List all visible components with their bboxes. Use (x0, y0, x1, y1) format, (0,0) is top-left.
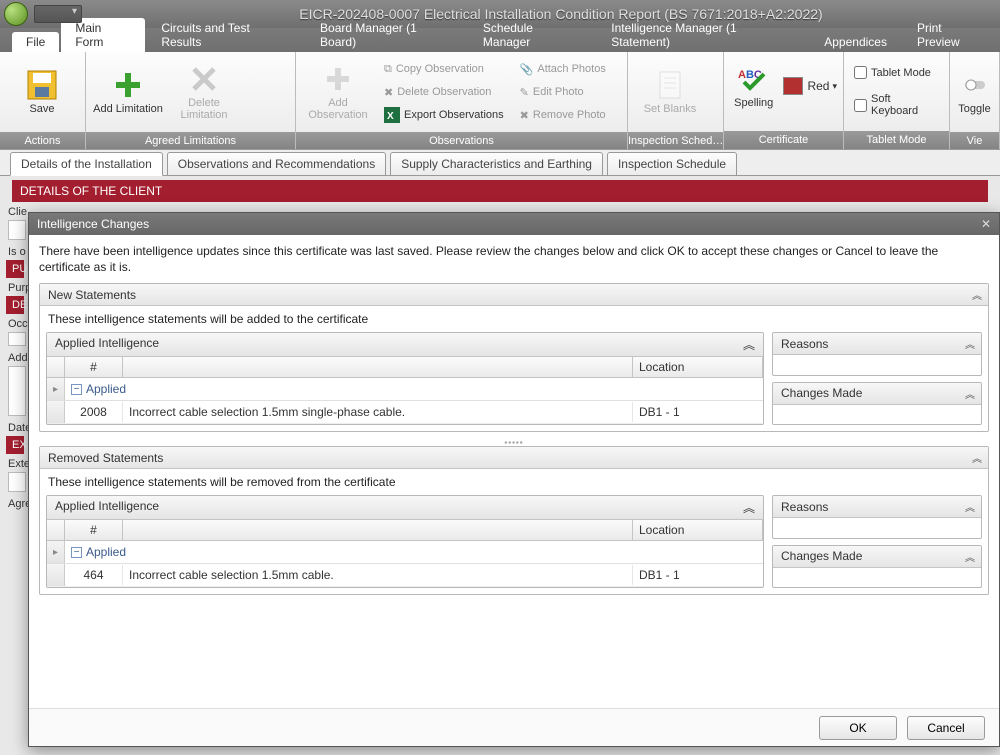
col-hash[interactable]: # (65, 520, 123, 540)
collapse-icon: ︽ (972, 450, 980, 465)
new-statements-subtext: These intelligence statements will be ad… (40, 306, 988, 332)
new-statements-header[interactable]: New Statements︽ (40, 284, 988, 306)
row-num: 2008 (65, 402, 123, 422)
row-loc: DB1 - 1 (633, 402, 763, 422)
row-desc: Incorrect cable selection 1.5mm cable. (123, 565, 633, 585)
row-desc: Incorrect cable selection 1.5mm single-p… (123, 402, 633, 422)
row-selector-icon[interactable]: ▸ (47, 541, 65, 563)
group-row-applied[interactable]: ▸ −Applied (47, 378, 763, 401)
close-icon[interactable]: ✕ (981, 217, 991, 231)
collapse-icon: ︽ (972, 287, 980, 302)
intelligence-changes-dialog: Intelligence Changes ✕ There have been i… (28, 212, 1000, 747)
removed-applied-intelligence-grid: Applied Intelligence ︽ # Location ▸ −Appl… (46, 495, 764, 588)
new-changes-made-box: Changes Made︽ (772, 382, 982, 426)
dialog-titlebar[interactable]: Intelligence Changes ✕ (29, 213, 999, 235)
collapse-group-icon[interactable]: − (71, 384, 82, 395)
cancel-button[interactable]: Cancel (907, 716, 985, 740)
collapse-icon[interactable]: ︽ (965, 499, 973, 514)
collapse-icon[interactable]: ︽ (965, 549, 973, 564)
grid-title: Applied Intelligence (55, 499, 159, 516)
removed-statements-header[interactable]: Removed Statements︽ (40, 447, 988, 469)
col-hash[interactable]: # (65, 357, 123, 377)
collapse-icon[interactable]: ︽ (965, 336, 973, 351)
dialog-title-text: Intelligence Changes (37, 217, 149, 231)
removed-statements-panel: Removed Statements︽ These intelligence s… (39, 446, 989, 595)
col-location[interactable]: Location (633, 520, 763, 540)
grid-title: Applied Intelligence (55, 336, 159, 353)
new-reasons-box: Reasons︽ (772, 332, 982, 376)
removed-changes-made-box: Changes Made︽ (772, 545, 982, 589)
table-row[interactable]: 2008 Incorrect cable selection 1.5mm sin… (47, 401, 763, 424)
dialog-message: There have been intelligence updates sin… (39, 243, 989, 275)
col-location[interactable]: Location (633, 357, 763, 377)
group-row-applied[interactable]: ▸ −Applied (47, 541, 763, 564)
removed-statements-subtext: These intelligence statements will be re… (40, 469, 988, 495)
splitter[interactable]: ▪▪▪▪▪ (39, 438, 989, 446)
row-selector-icon[interactable]: ▸ (47, 378, 65, 400)
table-row[interactable]: 464 Incorrect cable selection 1.5mm cabl… (47, 564, 763, 587)
new-statements-panel: New Statements︽ These intelligence state… (39, 283, 989, 432)
collapse-icon[interactable]: ︽ (743, 336, 755, 353)
row-num: 464 (65, 565, 123, 585)
collapse-icon[interactable]: ︽ (965, 386, 973, 401)
collapse-group-icon[interactable]: − (71, 547, 82, 558)
collapse-icon[interactable]: ︽ (743, 499, 755, 516)
new-applied-intelligence-grid: Applied Intelligence ︽ # Location ▸ −Appl… (46, 332, 764, 425)
removed-reasons-box: Reasons︽ (772, 495, 982, 539)
ok-button[interactable]: OK (819, 716, 897, 740)
row-loc: DB1 - 1 (633, 565, 763, 585)
